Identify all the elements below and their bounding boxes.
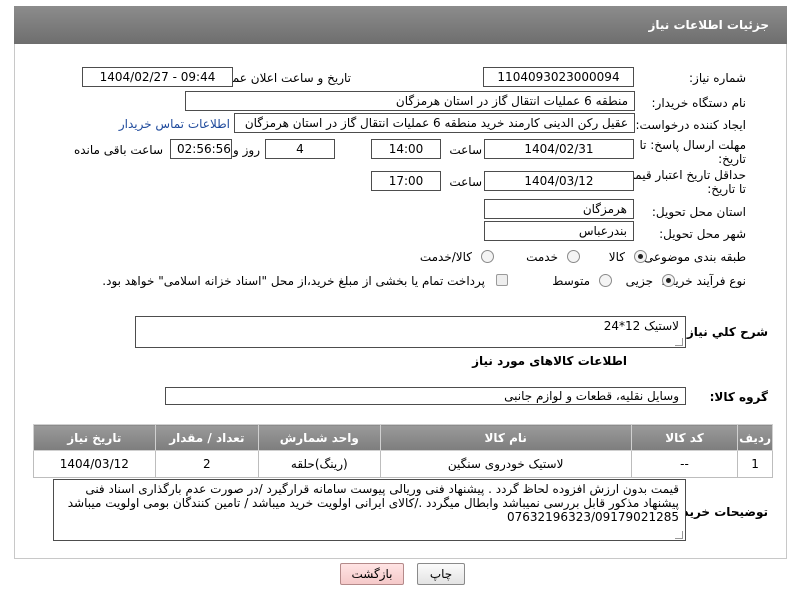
deadline-label-2: تاریخ: bbox=[718, 152, 746, 166]
category-option-goods-service: کالا/خدمت bbox=[419, 250, 472, 264]
announce-field[interactable]: 1404/02/27 - 09:44 bbox=[82, 67, 233, 87]
process-option-medium: متوسط bbox=[552, 274, 590, 288]
cell-row: 1 bbox=[737, 450, 773, 478]
deadline-time-label: ساعت bbox=[449, 143, 482, 157]
resize-handle-icon[interactable] bbox=[675, 338, 683, 346]
process-radio-medium[interactable] bbox=[599, 274, 612, 287]
price-validity-label: حداقل تاریخ اعتبار قیمت: bbox=[619, 168, 746, 182]
table-row[interactable]: 1 -- لاستیک خودروی سنگین (رینگ)حلقه 2 14… bbox=[33, 450, 773, 478]
description-textarea[interactable]: لاستیک 12*24 bbox=[135, 316, 686, 348]
cell-name: لاستیک خودروی سنگین bbox=[379, 450, 632, 478]
remaining-time-field[interactable]: 02:56:56 bbox=[170, 139, 232, 159]
goods-table-header: ردیف کد کالا نام کالا واحد شمارش تعداد /… bbox=[33, 424, 773, 451]
deadline-label: مهلت ارسال پاسخ: تا bbox=[639, 138, 746, 152]
need-number-label: شماره نیاز: bbox=[689, 71, 746, 85]
goods-group-field[interactable]: وسایل نقلیه، قطعات و لوازم جانبی bbox=[165, 387, 686, 405]
page-title: جزئیات اطلاعات نیاز bbox=[648, 18, 769, 32]
goods-group-label: گروه کالا: bbox=[709, 390, 768, 404]
buyer-notes-textarea[interactable]: قیمت بدون ارزش افزوده لحاظ گردد . پیشنها… bbox=[53, 479, 686, 541]
description-label: شرح کلي نياز: bbox=[682, 325, 768, 339]
price-validity-time-field[interactable]: 17:00 bbox=[371, 171, 441, 191]
category-option-service: خدمت bbox=[526, 250, 558, 264]
deadline-time-field[interactable]: 14:00 bbox=[371, 139, 441, 159]
print-button[interactable]: چاپ bbox=[417, 563, 465, 585]
cell-code: -- bbox=[630, 450, 739, 478]
buyer-org-field[interactable]: منطقه 6 عملیات انتقال گاز در استان هرمزگ… bbox=[185, 91, 635, 111]
cell-qty: 2 bbox=[154, 450, 260, 478]
province-label: استان محل تحویل: bbox=[651, 205, 746, 219]
province-field[interactable]: هرمزگان bbox=[484, 199, 634, 219]
deadline-date-field[interactable]: 1404/02/31 bbox=[484, 139, 634, 159]
city-label: شهر محل تحویل: bbox=[659, 227, 746, 241]
category-option-goods: کالا bbox=[608, 250, 625, 264]
resize-handle-icon[interactable] bbox=[675, 531, 683, 539]
col-header-unit: واحد شمارش bbox=[258, 424, 381, 451]
col-header-date: تاریخ نیاز bbox=[33, 424, 156, 451]
price-validity-label-2: تا تاریخ: bbox=[707, 182, 746, 196]
category-radio-service[interactable] bbox=[567, 250, 580, 263]
need-number-field[interactable]: 1104093023000094 bbox=[483, 67, 634, 87]
payment-note: پرداخت تمام یا بخشی از مبلغ خرید،از محل … bbox=[102, 274, 485, 288]
goods-table: ردیف کد کالا نام کالا واحد شمارش تعداد /… bbox=[33, 424, 773, 478]
cell-unit: (رینگ)حلقه bbox=[258, 450, 381, 478]
price-validity-time-label: ساعت bbox=[449, 175, 482, 189]
category-radio-goods-service[interactable] bbox=[481, 250, 494, 263]
buyer-notes-text: قیمت بدون ارزش افزوده لحاظ گردد . پیشنها… bbox=[67, 482, 679, 524]
process-radio-minor[interactable] bbox=[662, 274, 675, 287]
col-header-qty: تعداد / مقدار bbox=[154, 424, 260, 451]
category-label: طبقه بندی موضوعی: bbox=[639, 250, 746, 264]
process-option-minor: جزیی bbox=[625, 274, 653, 288]
col-header-row: ردیف bbox=[737, 424, 773, 451]
requester-field[interactable]: عقیل رکن الدینی کارمند خرید منطقه 6 عملی… bbox=[234, 113, 635, 133]
treasury-checkbox[interactable] bbox=[496, 274, 508, 286]
days-field[interactable]: 4 bbox=[265, 139, 335, 159]
requester-label: ایجاد کننده درخواست: bbox=[635, 118, 746, 132]
contact-buyer-link[interactable]: اطلاعات تماس خریدار bbox=[119, 117, 230, 131]
description-text: لاستیک 12*24 bbox=[603, 319, 679, 333]
back-button[interactable]: بازگشت bbox=[340, 563, 404, 585]
price-validity-date-field[interactable]: 1404/03/12 bbox=[484, 171, 634, 191]
col-header-code: کد کالا bbox=[630, 424, 739, 451]
city-field[interactable]: بندرعباس bbox=[484, 221, 634, 241]
days-label: روز و bbox=[233, 143, 260, 157]
col-header-name: نام کالا bbox=[379, 424, 632, 451]
goods-section-title: اطلاعات کالاهای مورد نیاز bbox=[472, 354, 627, 368]
cell-date: 1404/03/12 bbox=[33, 450, 156, 478]
buyer-org-label: نام دستگاه خریدار: bbox=[651, 96, 747, 110]
category-radio-goods[interactable] bbox=[634, 250, 647, 263]
page-header: جزئیات اطلاعات نیاز bbox=[14, 6, 787, 44]
remaining-label: ساعت باقی مانده bbox=[73, 143, 163, 157]
